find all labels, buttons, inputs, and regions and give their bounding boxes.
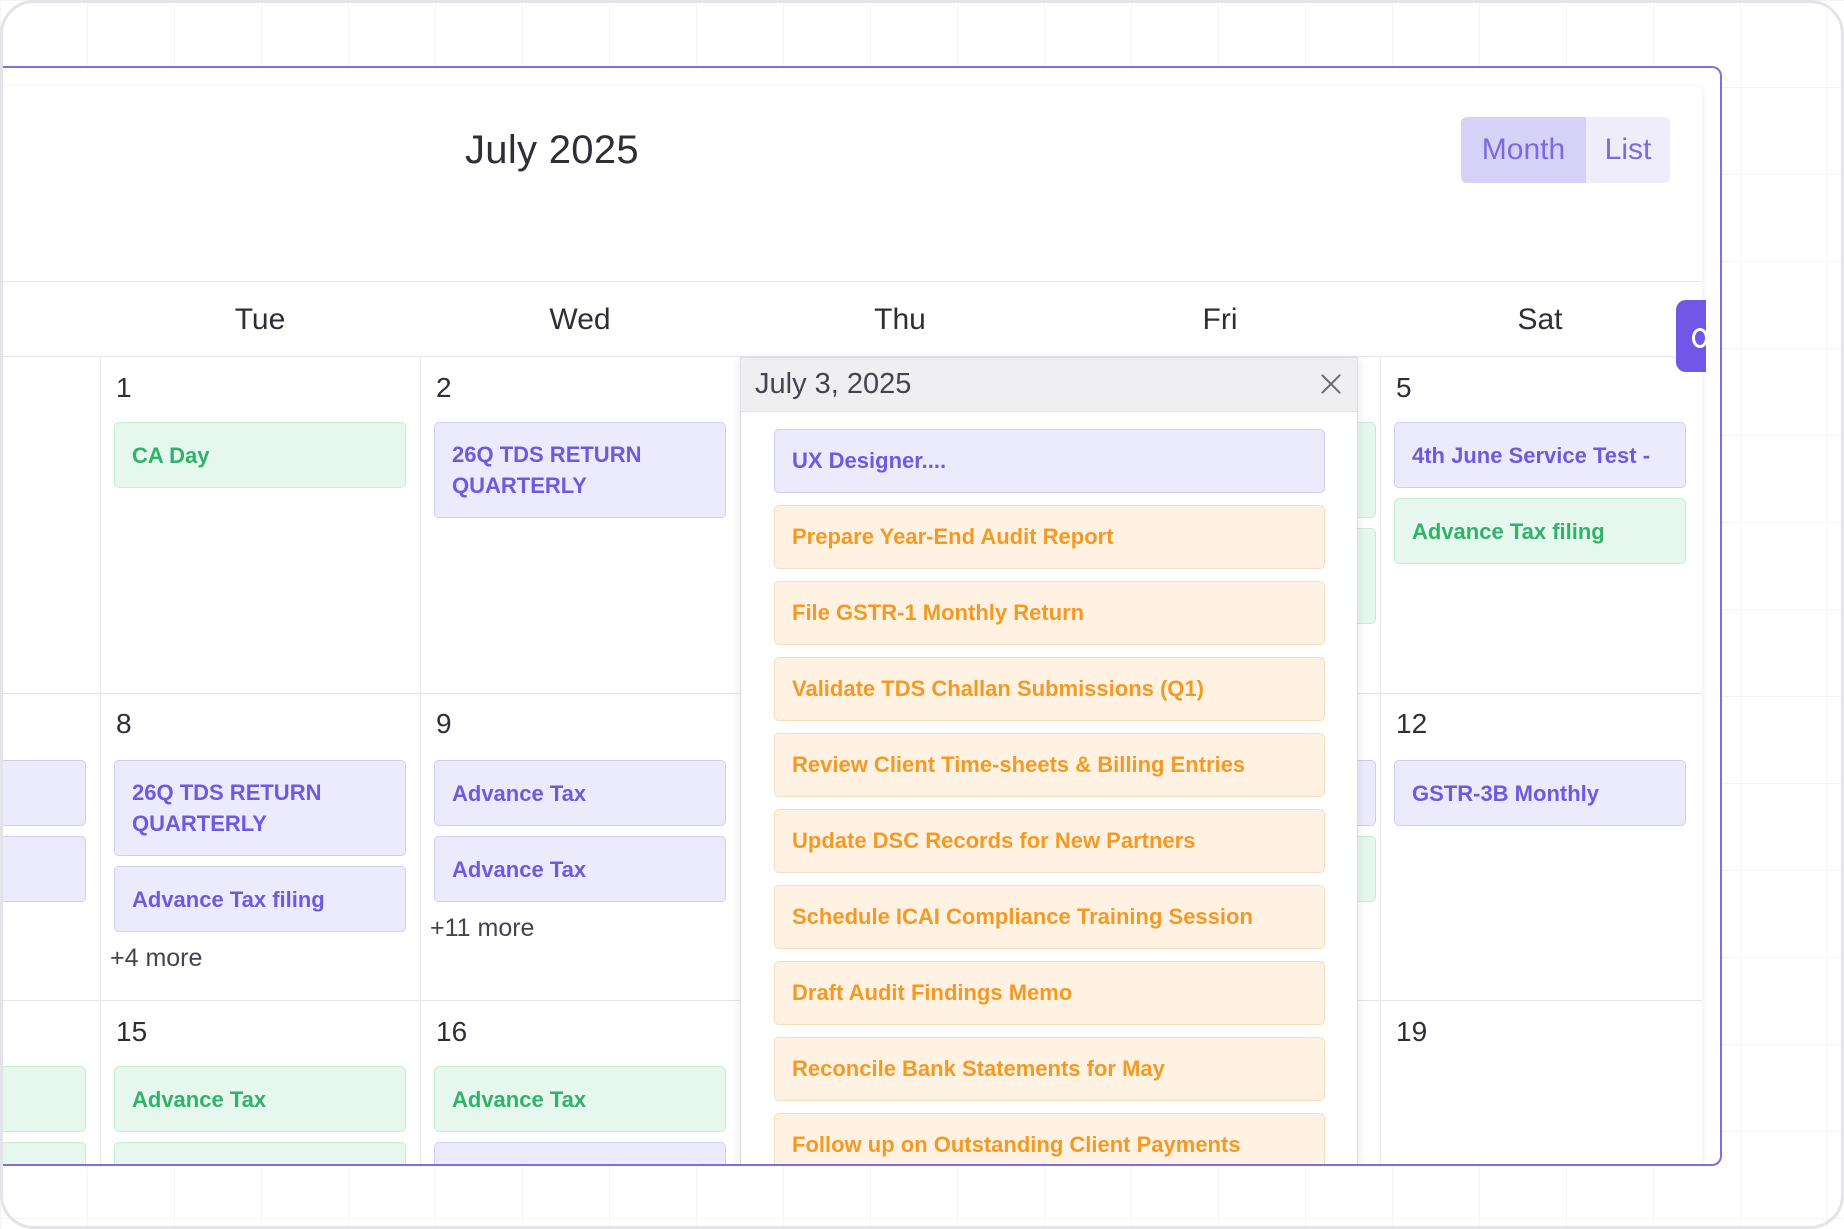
popover-event[interactable]: Review Client Time-sheets & Billing Entr… — [774, 733, 1325, 797]
weekday-fri: Fri — [1202, 303, 1238, 336]
event-chip[interactable]: Advance Tax - 4th Quarter — [434, 1142, 726, 1164]
calendar-header: July 2025 Month List — [0, 86, 1702, 282]
popover-event[interactable]: UX Designer.... — [774, 429, 1325, 493]
popover-event[interactable]: Reconcile Bank Statements for May — [774, 1037, 1325, 1101]
event-chip[interactable]: Advance Tax — [434, 836, 726, 902]
grid-divider — [100, 357, 101, 1164]
day-number[interactable]: 12 — [1396, 708, 1427, 740]
list-view-button[interactable]: List — [1586, 117, 1670, 183]
view-toggle: Month List — [1461, 117, 1670, 183]
day-number[interactable]: 19 — [1396, 1016, 1427, 1048]
popover-header: July 3, 2025 — [741, 358, 1357, 412]
weekday-sat: Sat — [1517, 303, 1563, 336]
day-number[interactable]: 2 — [436, 372, 452, 404]
grid-divider — [1380, 357, 1381, 1164]
event-chip-partial[interactable] — [0, 760, 86, 826]
event-chip[interactable]: Advance Tax — [114, 1066, 406, 1132]
month-title: July 2025 — [465, 128, 639, 172]
event-chip[interactable]: Advance Tax — [434, 760, 726, 826]
popover-event[interactable]: File GSTR-1 Monthly Return — [774, 581, 1325, 645]
popover-title: July 3, 2025 — [755, 368, 912, 400]
event-chip[interactable]: Advance Tax — [434, 1066, 726, 1132]
event-chip-partial[interactable] — [0, 836, 86, 902]
day-number[interactable]: 1 — [116, 372, 132, 404]
day-events-popover: July 3, 2025 UX Designer.... Prepare Yea… — [740, 357, 1358, 1164]
more-events-link[interactable]: +4 more — [110, 944, 202, 973]
popover-event[interactable]: Validate TDS Challan Submissions (Q1) — [774, 657, 1325, 721]
popover-event[interactable]: Prepare Year-End Audit Report — [774, 505, 1325, 569]
event-chip[interactable]: GSTR-3B Monthly — [1394, 760, 1686, 826]
weekday-tue: Tue — [234, 303, 286, 336]
month-view-button[interactable]: Month — [1461, 117, 1586, 183]
popover-event[interactable]: Update DSC Records for New Partners — [774, 809, 1325, 873]
day-number[interactable]: 15 — [116, 1016, 147, 1048]
event-chip[interactable]: Advance Tax - 4th Quarter — [114, 1142, 406, 1164]
event-chip-partial[interactable] — [0, 1066, 86, 1132]
weekday-wed: Wed — [549, 303, 611, 336]
calendar-card: July 2025 Month List Tue Wed Thu Fri Sat… — [0, 86, 1702, 1164]
grid-divider — [420, 357, 421, 1164]
event-chip[interactable]: 26Q TDS RETURN QUARTERLY — [434, 422, 726, 518]
popover-event[interactable]: Follow up on Outstanding Client Payments — [774, 1113, 1325, 1164]
event-chip-partial[interactable] — [0, 1142, 86, 1164]
event-chip[interactable]: 4th June Service Test - — [1394, 422, 1686, 488]
popover-event[interactable]: Schedule ICAI Compliance Training Sessio… — [774, 885, 1325, 949]
weekday-thu: Thu — [874, 303, 926, 336]
day-number[interactable]: 16 — [436, 1016, 467, 1048]
event-chip[interactable]: CA Day — [114, 422, 406, 488]
side-drawer-tab[interactable] — [1676, 300, 1708, 372]
more-events-link[interactable]: +11 more — [430, 914, 534, 943]
day-number[interactable]: 5 — [1396, 372, 1412, 404]
calendar-viewport: July 2025 Month List Tue Wed Thu Fri Sat… — [0, 66, 1722, 1166]
event-chip[interactable]: Advance Tax filing — [114, 866, 406, 932]
event-chip[interactable]: 26Q TDS RETURN QUARTERLY — [114, 760, 406, 856]
day-number[interactable]: 9 — [436, 708, 452, 740]
day-number[interactable]: 8 — [116, 708, 132, 740]
weekday-header-row: Tue Wed Thu Fri Sat — [0, 283, 1702, 357]
popover-event[interactable]: Draft Audit Findings Memo — [774, 961, 1325, 1025]
event-chip[interactable]: Advance Tax filing — [1394, 498, 1686, 564]
close-icon[interactable] — [1317, 370, 1345, 398]
